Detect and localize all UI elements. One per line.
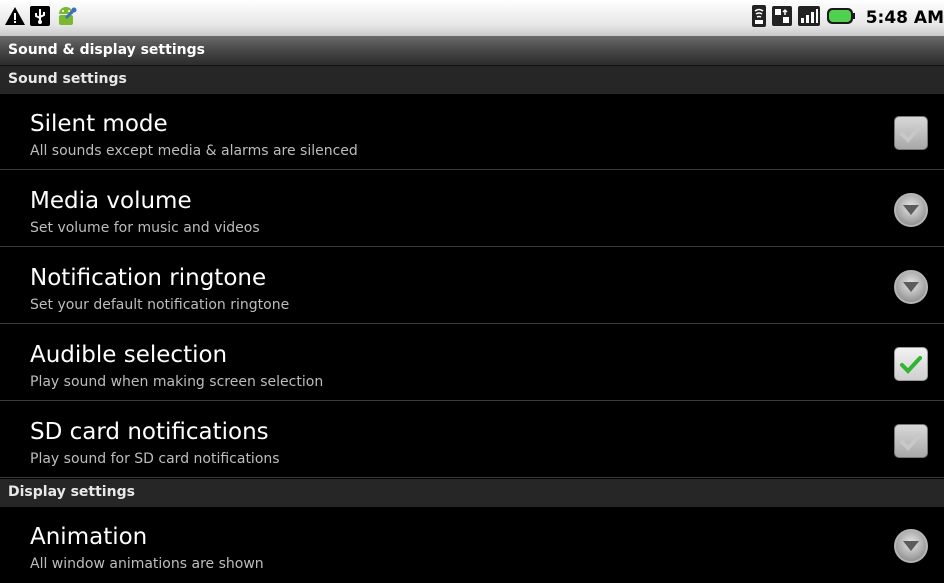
pref-summary: All window animations are shown <box>30 556 264 572</box>
pref-silent-mode[interactable]: Silent mode All sounds except media & al… <box>0 94 944 170</box>
status-time: 5:48 AM <box>865 8 944 28</box>
signal-icon <box>797 6 820 30</box>
pref-title: Notification ringtone <box>30 265 267 291</box>
notification-icons <box>4 6 78 30</box>
warning-icon <box>4 6 26 30</box>
title-bar: Sound & display settings <box>0 36 944 66</box>
pref-summary: Play sound for SD card notifications <box>30 451 280 467</box>
media-volume-arrow-button[interactable] <box>894 193 930 229</box>
wifi-icon <box>751 5 766 31</box>
chevron-down-icon <box>894 529 928 563</box>
animation-arrow-button[interactable] <box>894 529 930 565</box>
pref-animation[interactable]: Animation All window animations are show… <box>0 507 944 583</box>
pref-title: Media volume <box>30 188 192 214</box>
pref-audible-selection[interactable]: Audible selection Play sound when making… <box>0 325 944 401</box>
data-transfer-icon <box>771 6 792 30</box>
pref-sd-card-notifications[interactable]: SD card notifications Play sound for SD … <box>0 402 944 478</box>
pref-title: SD card notifications <box>30 419 269 445</box>
sd-card-notifications-checkbox[interactable] <box>894 424 930 460</box>
android-icon <box>54 4 78 32</box>
page-title: Sound & display settings <box>8 42 205 58</box>
usb-debug-icon <box>30 6 50 30</box>
pref-summary: Set your default notification ringtone <box>30 297 290 313</box>
pref-summary: Set volume for music and videos <box>30 220 260 236</box>
pref-title: Animation <box>30 524 148 550</box>
checkbox-unchecked-icon <box>894 424 928 458</box>
category-sound-settings: Sound settings <box>0 66 944 94</box>
pref-media-volume[interactable]: Media volume Set volume for music and vi… <box>0 171 944 247</box>
silent-mode-checkbox[interactable] <box>894 116 930 152</box>
audible-selection-checkbox[interactable] <box>894 347 930 383</box>
chevron-down-icon <box>894 270 928 304</box>
checkbox-unchecked-icon <box>894 116 928 150</box>
pref-summary: All sounds except media & alarms are sil… <box>30 143 358 159</box>
pref-summary: Play sound when making screen selection <box>30 374 324 390</box>
category-label: Sound settings <box>8 71 127 87</box>
notification-ringtone-arrow-button[interactable] <box>894 270 930 306</box>
category-display-settings: Display settings <box>0 479 944 507</box>
battery-icon <box>826 7 856 29</box>
pref-title: Silent mode <box>30 111 168 137</box>
status-bar: 5:48 AM <box>0 0 944 36</box>
system-icons: 5:48 AM <box>751 5 944 31</box>
checkbox-checked-icon <box>894 347 928 381</box>
category-label: Display settings <box>8 484 135 500</box>
pref-title: Audible selection <box>30 342 228 368</box>
chevron-down-icon <box>894 193 928 227</box>
pref-notification-ringtone[interactable]: Notification ringtone Set your default n… <box>0 248 944 324</box>
